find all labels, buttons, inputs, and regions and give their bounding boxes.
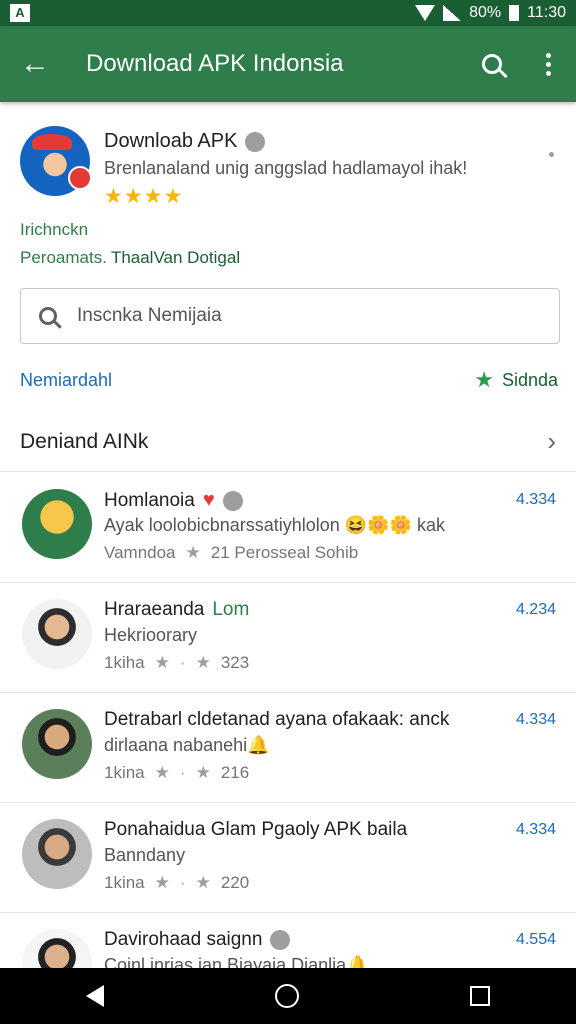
more-options-button[interactable] bbox=[520, 26, 576, 102]
item-text: Hekrioorary bbox=[104, 625, 198, 645]
item-meta-right: 216 bbox=[220, 763, 250, 782]
item-title: Davirohaad saignn bbox=[104, 929, 263, 950]
search-box[interactable] bbox=[20, 288, 560, 344]
app-profile-card[interactable]: Downloab APK Brenlanaland unig anggslad … bbox=[0, 102, 576, 208]
avatar bbox=[22, 489, 92, 559]
item-title-badge: Lom bbox=[212, 599, 250, 620]
item-meta-left: 1kina bbox=[104, 763, 145, 782]
search-input[interactable] bbox=[77, 305, 497, 327]
status-time: 11:30 bbox=[527, 4, 566, 21]
item-text: dirlaana nabanehi🔔 bbox=[104, 735, 270, 755]
item-meta-right: 323 bbox=[220, 653, 250, 672]
star-icon: ★ bbox=[474, 367, 494, 392]
item-meta-left: 1kina bbox=[104, 873, 145, 892]
nav-recents-icon[interactable] bbox=[470, 986, 491, 1006]
list-item[interactable]: Hraraeanda Lom Hekrioorary 1kiha ★ · ★ 3… bbox=[0, 583, 576, 693]
star-icon: ★ bbox=[154, 653, 170, 672]
filter-right-label: Sidnda bbox=[501, 369, 558, 390]
item-meta-right: 21 Perosseal Sohib bbox=[210, 543, 359, 562]
signal-icon bbox=[443, 5, 462, 21]
section-header-title: Deniand AINk bbox=[20, 429, 149, 453]
status-bar: A 80% 11:30 bbox=[0, 0, 576, 26]
filter-row: Nemiardahl ★ Sidnda bbox=[20, 366, 558, 394]
list-item[interactable]: Detrabarl cldetanad ayana ofakaak: anck … bbox=[0, 693, 576, 803]
item-rating: 4.234 bbox=[515, 601, 556, 618]
item-rating: 4.334 bbox=[515, 821, 556, 838]
nav-back-icon[interactable] bbox=[85, 985, 104, 1007]
item-meta-left: Vamndoa bbox=[104, 543, 176, 562]
search-icon bbox=[39, 307, 57, 325]
item-text: Ayak loolobicbnarssatiyhlolon 😆🌼🌼 kak bbox=[104, 515, 446, 535]
item-rating: 4.334 bbox=[515, 711, 556, 728]
search-button[interactable] bbox=[464, 26, 520, 102]
heart-icon: ♥ bbox=[202, 489, 215, 511]
app-description: Brenlanaland unig anggslad hadlamayol ih… bbox=[104, 158, 468, 178]
page-title: Download APK Indonsia bbox=[86, 50, 344, 77]
item-text: Banndany bbox=[104, 845, 186, 865]
app-avatar bbox=[20, 126, 92, 196]
section-header[interactable]: Deniand AINk › bbox=[0, 412, 576, 472]
battery-icon bbox=[509, 5, 520, 21]
system-nav-bar bbox=[0, 968, 576, 1024]
item-title: Detrabarl cldetanad ayana ofakaak: anck bbox=[104, 709, 450, 730]
info-icon bbox=[222, 490, 243, 511]
nav-home-icon[interactable] bbox=[274, 984, 299, 1008]
section-sub: Peroamats. ThaalVan Dotigal bbox=[20, 248, 240, 268]
item-rating: 4.334 bbox=[515, 491, 556, 508]
star-icon: ★ bbox=[185, 543, 201, 562]
avatar bbox=[22, 819, 92, 889]
avatar bbox=[22, 709, 92, 779]
star-icon: ★ bbox=[195, 763, 211, 782]
star-icon: ★ bbox=[195, 653, 211, 672]
item-meta-right: 220 bbox=[220, 873, 250, 892]
arrow-left-icon: ← bbox=[20, 47, 50, 80]
list-item[interactable]: Ponahaidua Glam Pgaoly APK baila Banndan… bbox=[0, 803, 576, 913]
section-label: Irichnckn bbox=[20, 220, 89, 239]
app-name: Downloab APK bbox=[104, 130, 238, 152]
rating-stars: ★★★★ bbox=[104, 185, 184, 208]
section-sub-value[interactable]: ThaalVan Dotigal bbox=[111, 248, 240, 267]
back-button[interactable]: ← bbox=[0, 26, 70, 102]
chevron-right-icon: › bbox=[547, 426, 556, 456]
app-notification-icon: A bbox=[10, 4, 30, 22]
star-icon: ★ bbox=[195, 873, 211, 892]
comment-list: Homlanoia ♥ Ayak loolobicbnarssatiyhlolo… bbox=[0, 473, 576, 1023]
item-title: Hraraeanda bbox=[104, 599, 205, 620]
info-icon bbox=[245, 131, 266, 152]
filter-right-link[interactable]: ★ Sidnda bbox=[474, 367, 558, 393]
avatar bbox=[22, 599, 92, 669]
verified-badge-icon bbox=[68, 166, 92, 190]
wifi-icon bbox=[415, 5, 436, 21]
more-vertical-icon bbox=[545, 52, 551, 76]
star-icon: ★ bbox=[154, 763, 170, 782]
item-title: Ponahaidua Glam Pgaoly APK baila bbox=[104, 819, 408, 840]
filter-left-link[interactable]: Nemiardahl bbox=[20, 370, 112, 391]
app-bar: ← Download APK Indonsia bbox=[0, 26, 576, 102]
item-rating: 4.554 bbox=[515, 931, 556, 948]
battery-percent: 80% bbox=[469, 4, 502, 21]
list-item[interactable]: Homlanoia ♥ Ayak loolobicbnarssatiyhlolo… bbox=[0, 473, 576, 583]
item-title: Homlanoia bbox=[104, 489, 195, 511]
star-icon: ★ bbox=[154, 873, 170, 892]
search-icon bbox=[482, 54, 502, 74]
info-icon bbox=[270, 930, 291, 950]
profile-options-icon[interactable] bbox=[549, 152, 554, 157]
item-meta-left: 1kiha bbox=[104, 653, 145, 672]
section-sub-label: Peroamats. bbox=[20, 248, 107, 267]
